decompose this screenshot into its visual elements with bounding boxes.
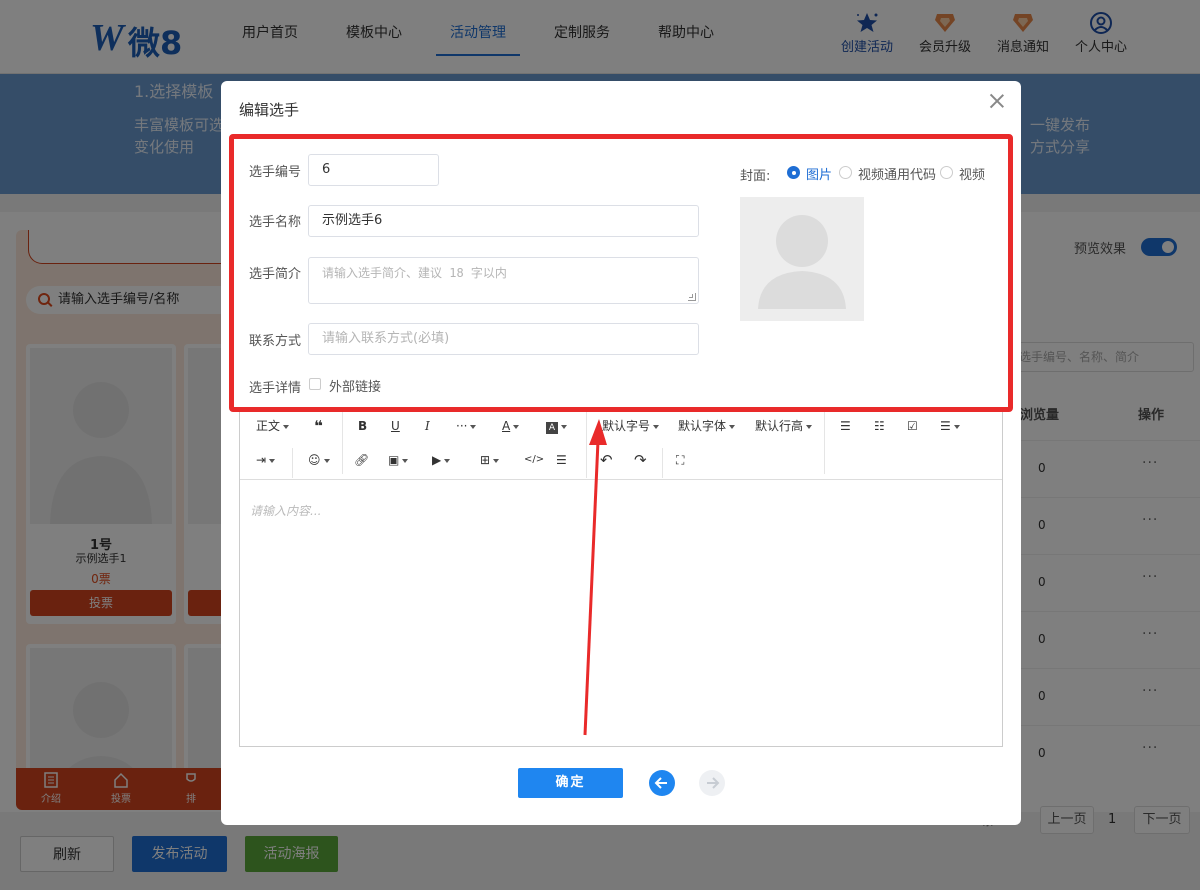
intro-placeholder: 请输入选手简介、建议 18 字以内 — [322, 266, 507, 280]
cover-image-upload[interactable] — [740, 197, 864, 321]
table-icon[interactable]: ⊞ — [480, 450, 500, 470]
code-icon[interactable]: </> — [524, 450, 544, 470]
number-input[interactable]: 6 — [308, 154, 439, 186]
numbered-list-icon[interactable]: ☷ — [874, 416, 885, 436]
cover-video-code-radio[interactable] — [839, 166, 852, 179]
font-family-label: 默认字体 — [678, 419, 727, 433]
cover-video-code-label[interactable]: 视频通用代码 — [858, 164, 936, 183]
confirm-button[interactable]: 确定 — [518, 768, 623, 798]
detail-label: 选手详情 — [249, 381, 302, 396]
editor-placeholder[interactable]: 请输入内容... — [250, 502, 321, 519]
font-size-label: 默认字号 — [602, 419, 651, 433]
font-family-dropdown[interactable]: 默认字体 — [678, 416, 736, 436]
toolbar-divider — [824, 412, 825, 474]
video-icon[interactable]: ▶ — [432, 450, 451, 470]
divider-icon[interactable]: ☰ — [556, 450, 567, 470]
arrow-left-icon — [654, 777, 667, 789]
checklist-icon[interactable]: ☑ — [907, 416, 918, 436]
italic-icon[interactable]: I — [425, 416, 430, 436]
name-label: 选手名称 — [249, 215, 302, 230]
image-icon[interactable]: ▣ — [388, 450, 409, 470]
contact-label: 联系方式 — [249, 334, 302, 349]
dialog-title: 编辑选手 — [239, 101, 300, 119]
cover-label: 封面: — [740, 169, 771, 184]
cover-image-label[interactable]: 图片 — [806, 164, 832, 183]
quote-icon[interactable]: ❝ — [314, 416, 323, 436]
toolbar-divider — [662, 448, 663, 478]
redo-icon[interactable]: ↷ — [634, 450, 647, 470]
bold-icon[interactable]: B — [358, 416, 367, 436]
toolbar-divider — [342, 412, 343, 474]
bullet-list-icon[interactable]: ☰ — [840, 416, 851, 436]
link-icon[interactable]: 🔗︎ — [354, 450, 369, 470]
editor-toolbar: 正文 ❝ B U I ··· A A 默认字号 默认字体 默认行高 ☰ ☷ ☑ … — [240, 408, 1002, 480]
number-label: 选手编号 — [249, 165, 302, 180]
font-size-dropdown[interactable]: 默认字号 — [602, 416, 660, 436]
intro-label: 选手简介 — [249, 267, 302, 282]
font-color-icon[interactable]: A — [502, 416, 520, 436]
paragraph-style-dropdown[interactable]: 正文 — [256, 416, 290, 436]
cover-video-radio[interactable] — [940, 166, 953, 179]
next-contestant-button[interactable] — [699, 770, 725, 796]
more-format-icon[interactable]: ··· — [456, 416, 477, 436]
resize-handle-icon[interactable] — [688, 293, 696, 301]
close-icon[interactable] — [989, 93, 1005, 109]
paragraph-style-label: 正文 — [256, 419, 281, 433]
external-link-label: 外部链接 — [329, 380, 382, 395]
external-link-checkbox[interactable] — [309, 378, 321, 390]
cover-video-label[interactable]: 视频 — [959, 164, 985, 183]
name-input[interactable]: 示例选手6 — [308, 205, 699, 237]
line-height-label: 默认行高 — [755, 419, 804, 433]
arrow-right-icon — [707, 777, 720, 789]
underline-icon[interactable]: U — [391, 416, 400, 436]
emoji-icon[interactable]: ☺ — [308, 450, 330, 470]
contact-input[interactable]: 请输入联系方式(必填) — [308, 323, 699, 355]
undo-icon[interactable]: ↶ — [600, 450, 613, 470]
rich-text-editor: 正文 ❝ B U I ··· A A 默认字号 默认字体 默认行高 ☰ ☷ ☑ … — [239, 407, 1003, 747]
toolbar-divider — [292, 448, 293, 478]
edit-contestant-dialog: 编辑选手 选手编号 6 选手名称 示例选手6 选手简介 请输入选手简介、建议 1… — [221, 81, 1021, 825]
avatar-placeholder-icon — [758, 215, 846, 309]
caret-down-icon — [283, 424, 290, 429]
fullscreen-icon[interactable]: ⛶ — [676, 450, 684, 470]
align-icon[interactable]: ☰ — [940, 416, 960, 436]
intro-textarea[interactable]: 请输入选手简介、建议 18 字以内 — [308, 257, 699, 304]
background-color-icon[interactable]: A — [546, 416, 567, 436]
line-height-dropdown[interactable]: 默认行高 — [755, 416, 813, 436]
indent-icon[interactable]: ⇥ — [256, 450, 276, 470]
previous-contestant-button[interactable] — [649, 770, 675, 796]
cover-image-radio[interactable] — [787, 166, 800, 179]
toolbar-divider — [586, 448, 587, 478]
